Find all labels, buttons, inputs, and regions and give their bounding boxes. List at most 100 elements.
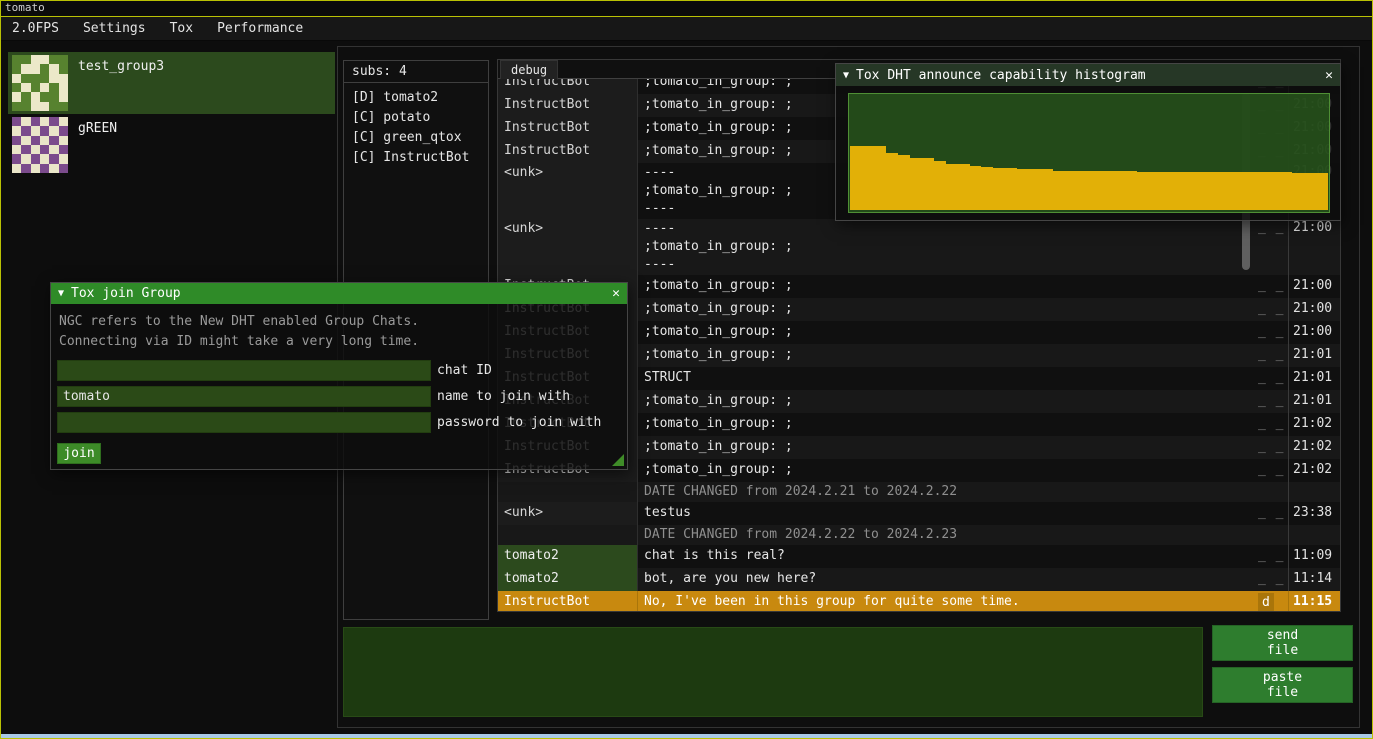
chat-row[interactable]: InstructBotNo, I've been in this group f…: [498, 591, 1340, 611]
join-group-titlebar[interactable]: ▼ Tox join Group ✕: [51, 283, 627, 304]
chat-row[interactable]: <unk>----;tomato_in_group: ;----_ _21:00: [498, 219, 1340, 275]
avatar-pixel: [49, 83, 58, 92]
dht-histogram-window: ▼ Tox DHT announce capability histogram …: [835, 63, 1341, 221]
avatar-pixel: [49, 164, 58, 173]
dht-histogram-titlebar[interactable]: ▼ Tox DHT announce capability histogram …: [836, 64, 1340, 86]
paste-file-button[interactable]: paste file: [1212, 667, 1353, 703]
menu-item-tox[interactable]: Tox: [158, 17, 205, 40]
message-text: ;tomato_in_group: ;: [638, 298, 1254, 321]
histogram-bar: [958, 164, 970, 210]
join-field-input-chat-id[interactable]: [57, 360, 431, 381]
close-icon[interactable]: ✕: [612, 286, 620, 301]
join-field-row: chat ID: [57, 360, 621, 381]
histogram-bar: [981, 167, 993, 210]
join-field-row: password to join with: [57, 412, 621, 433]
dht-histogram-bars: [850, 94, 1328, 210]
avatar-pixel: [49, 126, 58, 135]
avatar-pixel: [12, 92, 21, 101]
histogram-bar: [934, 161, 946, 210]
member-list-item[interactable]: [C] green_qtox: [352, 128, 488, 148]
collapse-icon[interactable]: ▼: [843, 70, 849, 81]
message-text: ;tomato_in_group: ;: [638, 459, 1254, 482]
message-time: 23:38: [1288, 502, 1340, 525]
menu-item-settings[interactable]: Settings: [71, 17, 158, 40]
message-flags: d: [1254, 591, 1288, 611]
message-text: ;tomato_in_group: ;: [638, 436, 1254, 459]
member-list-item[interactable]: [C] InstructBot: [352, 148, 488, 168]
message-time: 21:02: [1288, 413, 1340, 436]
dht-histogram-plot: [848, 93, 1330, 213]
message-text: DATE CHANGED from 2024.2.21 to 2024.2.22: [638, 482, 1254, 502]
avatar-pixel: [40, 55, 49, 64]
avatar-pixel: [31, 55, 40, 64]
group-list-item-test-group3[interactable]: test_group3: [8, 52, 335, 114]
histogram-bar: [1209, 172, 1221, 210]
avatar-pixel: [12, 145, 21, 154]
message-text: testus: [638, 502, 1254, 525]
message-flags: _ _: [1254, 436, 1288, 459]
avatar-pixel: [49, 117, 58, 126]
tab-debug[interactable]: debug: [500, 60, 558, 79]
join-button[interactable]: join: [57, 443, 101, 464]
histogram-bar: [1017, 169, 1029, 210]
chat-row[interactable]: tomato2chat is this real?_ _11:09: [498, 545, 1340, 568]
histogram-bar: [850, 146, 862, 210]
avatar-pixel: [59, 154, 68, 163]
join-group-window-title: Tox join Group: [71, 286, 181, 301]
avatar-pixel: [59, 74, 68, 83]
avatar-pixel: [31, 117, 40, 126]
avatar-pixel: [12, 154, 21, 163]
histogram-bar: [1077, 171, 1089, 210]
histogram-bar: [898, 155, 910, 210]
message-flags: _ _: [1254, 545, 1288, 568]
avatar-pixel: [31, 92, 40, 101]
join-description-line: NGC refers to the New DHT enabled Group …: [57, 312, 621, 332]
avatar-pixel: [21, 92, 30, 101]
message-text: chat is this real?: [638, 545, 1254, 568]
histogram-bar: [1125, 171, 1137, 210]
message-time: 21:01: [1288, 390, 1340, 413]
histogram-bar: [993, 168, 1005, 210]
avatar-pixel: [12, 136, 21, 145]
message-input[interactable]: [343, 627, 1203, 717]
resize-grip-icon[interactable]: [612, 454, 624, 466]
histogram-bar: [1029, 169, 1041, 210]
group-avatar: [12, 117, 68, 173]
group-list-item-green[interactable]: gREEN: [8, 114, 335, 172]
message-text: ;tomato_in_group: ;: [638, 413, 1254, 436]
avatar-pixel: [12, 74, 21, 83]
histogram-bar: [886, 153, 898, 210]
member-list: [D] tomato2[C] potato[C] green_qtox[C] I…: [344, 83, 488, 168]
menu-item-2-0fps[interactable]: 2.0FPS: [0, 17, 71, 40]
close-icon[interactable]: ✕: [1325, 68, 1333, 83]
join-group-fields: chat IDname to join withpassword to join…: [57, 360, 621, 433]
message-time: 21:00: [1288, 219, 1340, 275]
avatar-pixel: [21, 64, 30, 73]
avatar-pixel: [21, 55, 30, 64]
avatar-pixel: [40, 64, 49, 73]
message-flags: _ _: [1254, 275, 1288, 298]
histogram-bar: [1041, 169, 1053, 210]
histogram-bar: [1197, 172, 1209, 210]
avatar-pixel: [40, 164, 49, 173]
avatar-pixel: [31, 83, 40, 92]
avatar-pixel: [40, 136, 49, 145]
join-field-input-password-to-join-with[interactable]: [57, 412, 431, 433]
chat-row[interactable]: tomato2bot, are you new here?_ _11:14: [498, 568, 1340, 591]
avatar-pixel: [40, 74, 49, 83]
message-line: ----: [644, 256, 1248, 274]
chat-row[interactable]: <unk>testus_ _23:38: [498, 502, 1340, 525]
member-list-item[interactable]: [D] tomato2: [352, 88, 488, 108]
member-list-item[interactable]: [C] potato: [352, 108, 488, 128]
message-time: 11:15: [1288, 591, 1340, 611]
sender-name: <unk>: [498, 502, 638, 525]
message-time: [1288, 525, 1340, 545]
message-flags: _ _: [1254, 390, 1288, 413]
collapse-icon[interactable]: ▼: [58, 288, 64, 299]
histogram-bar: [1089, 171, 1101, 210]
send-file-button[interactable]: send file: [1212, 625, 1353, 661]
join-field-input-name-to-join-with[interactable]: [57, 386, 431, 407]
message-flags: [1254, 525, 1288, 545]
avatar-pixel: [31, 64, 40, 73]
menu-item-performance[interactable]: Performance: [205, 17, 315, 40]
